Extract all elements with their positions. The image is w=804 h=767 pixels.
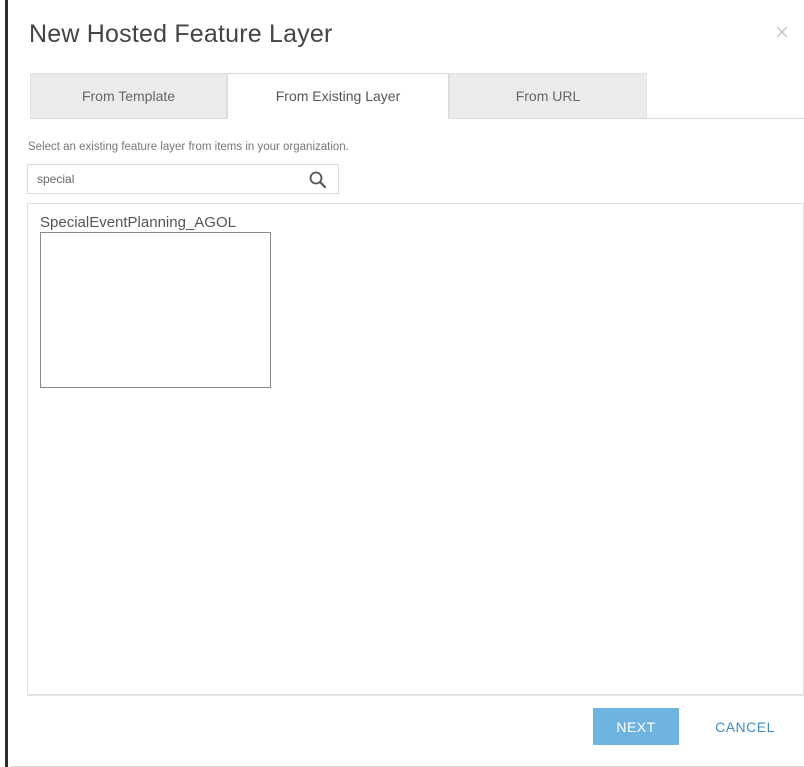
window-edge (0, 0, 8, 767)
close-icon[interactable] (774, 24, 790, 40)
results-panel: SpecialEventPlanning_AGOL (27, 203, 804, 695)
tab-from-template[interactable]: From Template (30, 73, 227, 119)
result-item-title: SpecialEventPlanning_AGOL (40, 214, 236, 231)
search-box (27, 164, 339, 194)
new-hosted-feature-layer-dialog: New Hosted Feature Layer From Template F… (11, 0, 804, 767)
footer-divider (27, 695, 804, 696)
tab-bar: From Template From Existing Layer From U… (30, 73, 647, 119)
dialog-title: New Hosted Feature Layer (29, 20, 333, 48)
search-input[interactable] (28, 166, 307, 192)
page: New Hosted Feature Layer From Template F… (0, 0, 804, 767)
tab-from-url[interactable]: From URL (449, 73, 647, 119)
next-button[interactable]: NEXT (593, 708, 679, 745)
result-item[interactable]: SpecialEventPlanning_AGOL (40, 214, 280, 388)
instruction-text: Select an existing feature layer from it… (28, 141, 349, 153)
result-item-thumbnail (40, 232, 271, 388)
cancel-button[interactable]: CANCEL (695, 708, 795, 745)
search-icon[interactable] (308, 170, 328, 190)
tab-from-existing-layer[interactable]: From Existing Layer (227, 73, 449, 119)
